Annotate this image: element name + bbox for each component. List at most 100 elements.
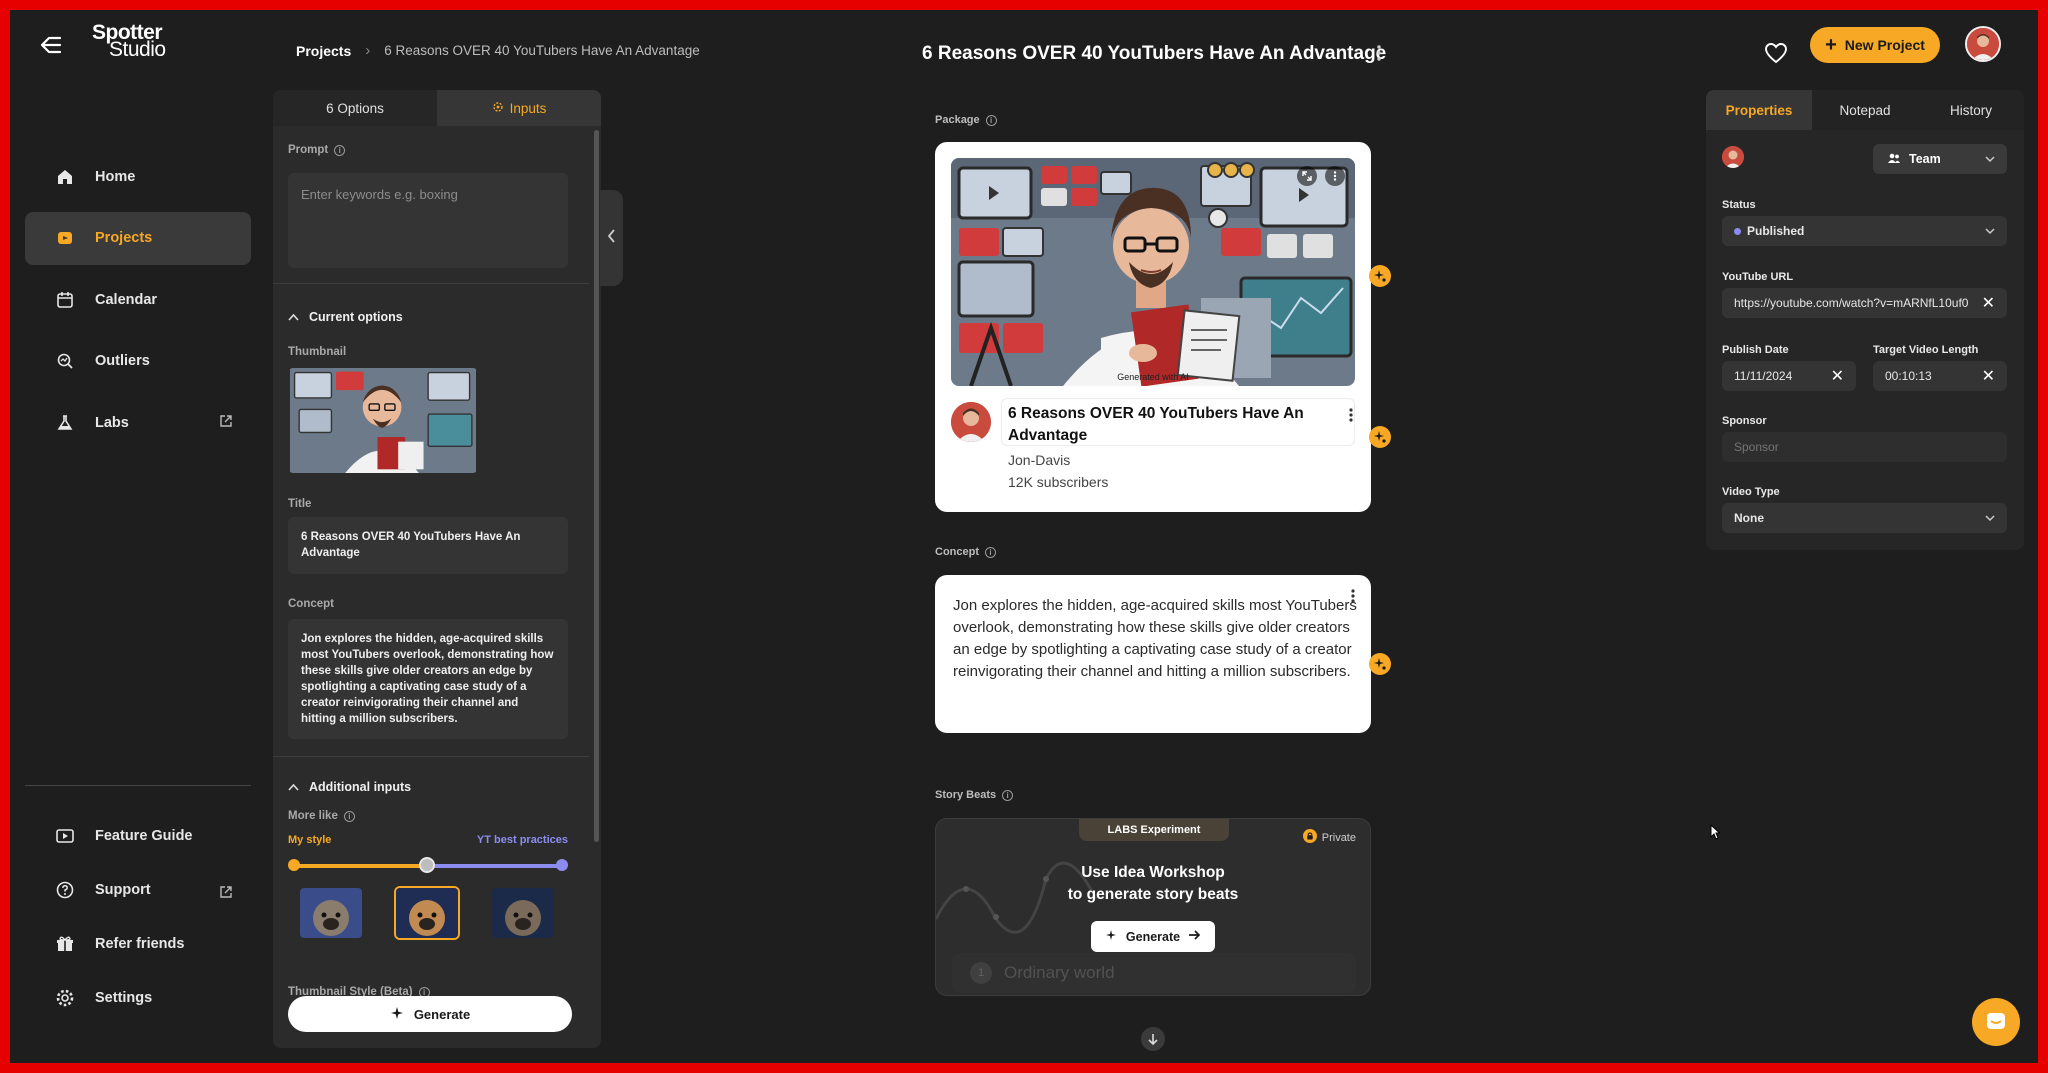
video-title-more-icon[interactable] xyxy=(1345,406,1357,424)
sidebar-item-label: Refer friends xyxy=(95,935,185,952)
sidebar-item-outliers[interactable]: Outliers xyxy=(25,335,251,388)
thumbnail-image xyxy=(289,368,477,473)
video-title-field[interactable]: 6 Reasons OVER 40 YouTubers Have An Adva… xyxy=(1001,398,1355,446)
package-label-text: Package xyxy=(935,114,980,126)
gift-icon xyxy=(55,934,75,954)
sidebar-item-label: Calendar xyxy=(95,291,158,308)
sidebar-item-projects[interactable]: Projects xyxy=(25,211,251,265)
labs-experiment-badge: LABS Experiment xyxy=(1079,819,1229,841)
additional-inputs-toggle[interactable]: Additional inputs xyxy=(288,780,411,794)
prompt-input[interactable] xyxy=(288,173,568,268)
more-vertical-icon[interactable] xyxy=(1369,42,1389,64)
style-option-2[interactable] xyxy=(394,886,460,940)
clear-length-icon[interactable]: ✕ xyxy=(1982,366,1995,386)
target-length-field[interactable]: 00:10:13 ✕ xyxy=(1873,361,2007,391)
concept-card[interactable]: Jon explores the hidden, age-acquired sk… xyxy=(935,575,1371,733)
question-icon xyxy=(55,880,75,900)
scroll-down-arrow-icon[interactable] xyxy=(1141,1027,1165,1051)
breadcrumb-projects-link[interactable]: Projects xyxy=(296,43,351,59)
sidebar-nav: Home Projects Calendar Outliers Labs xyxy=(25,150,251,458)
concept-text[interactable]: Jon explores the hidden, age-acquired sk… xyxy=(953,595,1359,683)
app-logo[interactable]: Spotter Studio xyxy=(92,22,182,60)
youtube-url-field[interactable]: https://youtube.com/watch?v=mARNfL10uf0 … xyxy=(1722,288,2007,318)
collapse-panel-button[interactable] xyxy=(600,190,623,286)
thumbnail-label: Thumbnail xyxy=(288,346,347,358)
style-option-3[interactable] xyxy=(490,886,556,940)
style-slider-handle[interactable] xyxy=(419,857,435,873)
tab-notepad[interactable]: Notepad xyxy=(1812,90,1918,130)
tab-history[interactable]: History xyxy=(1918,90,2024,130)
clear-date-icon[interactable]: ✕ xyxy=(1831,366,1844,386)
sidebar-item-labs[interactable]: Labs xyxy=(25,396,251,449)
publish-date-field[interactable]: 11/11/2024 ✕ xyxy=(1722,361,1856,391)
title-field[interactable]: 6 Reasons OVER 40 YouTubers Have An Adva… xyxy=(288,517,568,574)
generated-with-ai-caption: Generated with AI xyxy=(1117,372,1189,382)
sidebar-item-refer-friends[interactable]: Refer friends xyxy=(25,921,251,966)
chat-support-icon[interactable] xyxy=(1972,998,2020,1046)
team-icon xyxy=(1887,152,1901,167)
tab-inputs[interactable]: Inputs xyxy=(437,90,601,126)
status-dropdown[interactable]: Published xyxy=(1722,216,2007,246)
concept-field[interactable]: Jon explores the hidden, age-acquired sk… xyxy=(288,619,568,739)
ai-generate-concept-icon[interactable] xyxy=(1369,653,1391,675)
ai-generate-title-icon[interactable] xyxy=(1369,426,1391,448)
current-options-toggle[interactable]: Current options xyxy=(288,310,403,324)
sparkle-icon xyxy=(390,1006,404,1023)
story-beats-label: Story Beats i xyxy=(935,789,1014,801)
style-option-1[interactable] xyxy=(298,886,364,940)
owner-avatar[interactable] xyxy=(1722,146,1744,168)
generator-tabs: 6 Options Inputs xyxy=(273,90,601,126)
external-link-icon xyxy=(219,885,233,899)
story-beats-label-text: Story Beats xyxy=(935,789,997,801)
sidebar-item-label: Settings xyxy=(95,989,153,1006)
sparkle-icon xyxy=(1105,929,1118,945)
info-icon: i xyxy=(985,114,997,126)
properties-panel: Properties Notepad History Team Status P… xyxy=(1706,90,2024,550)
sponsor-label: Sponsor xyxy=(1722,415,1767,427)
target-length-value: 00:10:13 xyxy=(1885,369,1932,383)
sidebar-item-settings[interactable]: Settings xyxy=(25,975,251,1020)
expand-icon[interactable] xyxy=(1297,166,1317,186)
chevron-down-icon xyxy=(1985,152,1995,166)
concept-more-icon[interactable] xyxy=(1347,587,1359,605)
video-type-dropdown[interactable]: None xyxy=(1722,503,2007,533)
more-like-text: More like xyxy=(288,810,338,822)
current-thumbnail[interactable] xyxy=(288,368,478,473)
lock-icon xyxy=(1302,829,1317,846)
thumbnail-more-icon[interactable] xyxy=(1325,166,1345,186)
youtube-url-value: https://youtube.com/watch?v=mARNfL10uf0 xyxy=(1734,296,1969,310)
sidebar-item-home[interactable]: Home xyxy=(25,150,251,203)
clear-url-icon[interactable]: ✕ xyxy=(1982,293,1995,313)
slider-min-dot xyxy=(288,859,300,871)
ghost-story-beat: 1 Ordinary world xyxy=(952,953,1356,993)
ai-generate-thumbnail-icon[interactable] xyxy=(1369,265,1391,287)
private-badge: Private xyxy=(1302,829,1356,846)
user-avatar[interactable] xyxy=(1965,26,2001,62)
youtube-url-label: YouTube URL xyxy=(1722,271,1794,283)
sidebar-item-feature-guide[interactable]: Feature Guide xyxy=(25,813,251,858)
new-project-button[interactable]: + New Project xyxy=(1810,27,1940,63)
chevron-up-icon xyxy=(288,310,299,324)
back-arrow-icon[interactable] xyxy=(38,32,64,58)
tab-properties[interactable]: Properties xyxy=(1706,90,1812,130)
generate-button[interactable]: Generate xyxy=(288,996,572,1032)
package-label: Package i xyxy=(935,114,997,126)
channel-name: Jon-Davis xyxy=(1008,452,1071,468)
sidebar-item-support[interactable]: Support xyxy=(25,867,251,912)
channel-avatar[interactable] xyxy=(951,402,991,442)
tab-options[interactable]: 6 Options xyxy=(273,90,437,126)
chevron-down-icon xyxy=(1985,224,1995,238)
panel-scrollbar[interactable] xyxy=(594,130,599,842)
sidebar-item-calendar[interactable]: Calendar xyxy=(25,273,251,326)
sparkle-cog-icon xyxy=(492,101,504,116)
sidebar-item-label: Support xyxy=(95,881,151,898)
heart-icon[interactable] xyxy=(1764,42,1788,64)
story-beats-generate-button[interactable]: Generate xyxy=(1091,921,1215,952)
slider-right-label: YT best practices xyxy=(476,834,568,846)
ghost-beat-number: 1 xyxy=(970,962,992,984)
package-thumbnail[interactable]: Generated with AI xyxy=(951,158,1355,386)
folder-icon xyxy=(55,228,75,248)
sponsor-input[interactable] xyxy=(1722,432,2007,462)
team-dropdown[interactable]: Team xyxy=(1873,144,2007,174)
prompt-label-text: Prompt xyxy=(288,144,329,156)
